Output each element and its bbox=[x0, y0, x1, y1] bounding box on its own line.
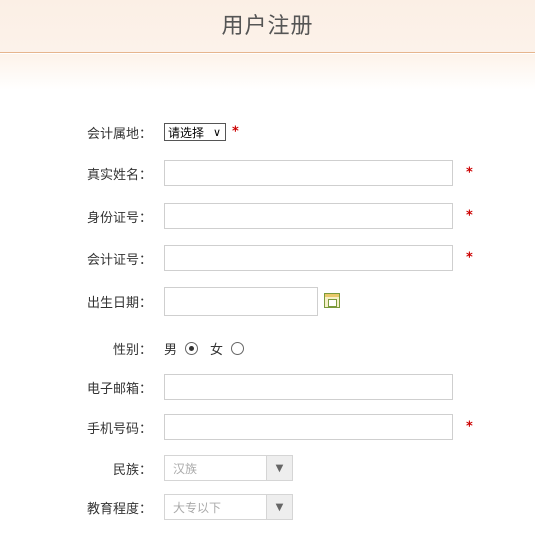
birth-date-label: 出生日期： bbox=[86, 296, 152, 311]
gender-label: 性别： bbox=[112, 342, 152, 358]
gender-option-male[interactable]: 男 bbox=[164, 339, 199, 358]
gender-option-female[interactable]: 女 bbox=[210, 339, 245, 358]
accounting-place-selected: 请选择 bbox=[168, 125, 205, 140]
education-selected: 大专以下 bbox=[173, 500, 222, 515]
gender-radio-group: 男 女 bbox=[164, 333, 250, 363]
required-marker: * bbox=[232, 124, 239, 140]
ethnicity-select[interactable]: 汉族 ▼ bbox=[164, 455, 293, 481]
row-ethnicity: 民族： 汉族 ▼ bbox=[0, 453, 535, 483]
page-header: 用户注册 bbox=[0, 0, 535, 53]
required-marker: * bbox=[466, 208, 473, 224]
ethnicity-selected: 汉族 bbox=[173, 461, 198, 476]
gender-male-radio[interactable] bbox=[185, 341, 199, 355]
row-email: 电子邮箱： bbox=[0, 372, 535, 402]
real-name-label: 真实姓名： bbox=[86, 167, 152, 183]
row-birth-date: 出生日期： bbox=[0, 286, 535, 316]
id-number-label: 身份证号： bbox=[86, 210, 152, 226]
required-marker: * bbox=[466, 419, 473, 435]
birth-date-input[interactable] bbox=[164, 287, 318, 316]
chevron-down-icon: ∨ bbox=[212, 125, 222, 139]
gender-female-radio[interactable] bbox=[231, 341, 245, 355]
id-number-input[interactable] bbox=[164, 203, 453, 229]
triangle-down-icon[interactable]: ▼ bbox=[266, 495, 292, 519]
header-band bbox=[0, 54, 535, 90]
calendar-icon[interactable] bbox=[324, 293, 340, 308]
row-education: 教育程度： 大专以下 ▼ bbox=[0, 492, 535, 522]
row-accounting-place: 会计属地： 请选择 ∨ * bbox=[0, 117, 535, 147]
accounting-place-select[interactable]: 请选择 ∨ bbox=[164, 123, 226, 141]
phone-label: 手机号码： bbox=[86, 421, 152, 437]
phone-input[interactable] bbox=[164, 414, 453, 440]
required-marker: * bbox=[466, 165, 473, 181]
required-marker: * bbox=[466, 250, 473, 266]
accounting-cert-input[interactable] bbox=[164, 245, 453, 271]
accounting-place-label: 会计属地： bbox=[86, 126, 152, 142]
accounting-cert-label: 会计证号： bbox=[86, 252, 152, 268]
row-accounting-cert: 会计证号： * bbox=[0, 243, 535, 273]
page-title: 用户注册 bbox=[221, 14, 314, 39]
gender-female-label: 女 bbox=[210, 342, 224, 358]
row-phone: 手机号码： * bbox=[0, 412, 535, 442]
row-id-number: 身份证号： * bbox=[0, 201, 535, 231]
triangle-down-icon[interactable]: ▼ bbox=[266, 456, 292, 480]
education-label: 教育程度： bbox=[86, 501, 152, 517]
education-select[interactable]: 大专以下 ▼ bbox=[164, 494, 293, 520]
email-label: 电子邮箱： bbox=[86, 381, 152, 397]
email-input[interactable] bbox=[164, 374, 453, 400]
row-real-name: 真实姓名： * bbox=[0, 158, 535, 188]
ethnicity-label: 民族： bbox=[112, 462, 152, 478]
row-gender: 性别： 男 女 bbox=[0, 333, 535, 363]
gender-male-label: 男 bbox=[164, 342, 178, 358]
real-name-input[interactable] bbox=[164, 160, 453, 186]
